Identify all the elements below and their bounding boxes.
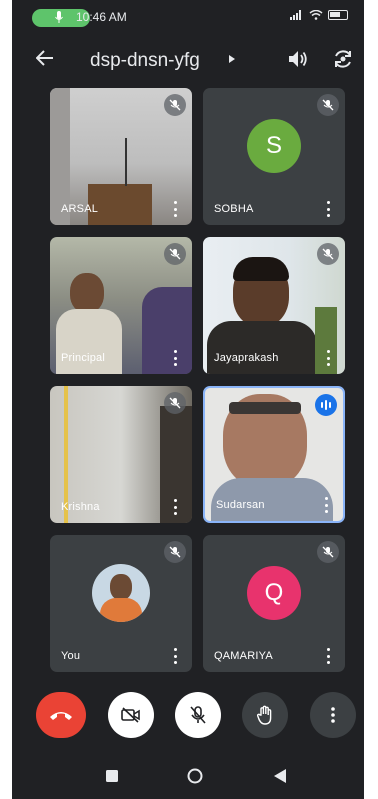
more-vert-icon[interactable] xyxy=(325,201,331,217)
mic-off-indicator xyxy=(317,94,339,116)
camera-toggle-button[interactable] xyxy=(108,692,154,738)
meeting-code[interactable]: dsp-dnsn-yfg xyxy=(90,50,200,72)
end-call-icon xyxy=(50,712,72,720)
participant-name: SOBHA xyxy=(214,203,254,215)
home-icon[interactable] xyxy=(187,768,203,784)
participant-name: You xyxy=(61,650,81,662)
video-scene xyxy=(70,273,104,313)
participant-tile-active-speaker[interactable]: Sudarsan xyxy=(203,386,345,523)
wifi-icon xyxy=(309,10,323,20)
system-nav-bar xyxy=(12,752,364,799)
mic-off-indicator xyxy=(164,243,186,265)
mic-off-icon xyxy=(322,99,334,111)
more-vert-icon[interactable] xyxy=(172,350,178,366)
participant-tile[interactable]: Principal xyxy=(50,237,192,374)
participant-name: QAMARIYA xyxy=(214,650,273,662)
participant-name: Jayaprakash xyxy=(214,352,279,364)
camera-off-icon xyxy=(121,707,140,723)
call-controls xyxy=(12,692,364,742)
recents-icon[interactable] xyxy=(106,770,118,782)
video-scene xyxy=(229,402,301,414)
more-vert-icon[interactable] xyxy=(172,201,178,217)
mic-off-indicator xyxy=(317,541,339,563)
mic-off-icon xyxy=(169,248,181,260)
raise-hand-button[interactable] xyxy=(242,692,288,738)
more-vert-icon[interactable] xyxy=(323,497,329,513)
status-time: 10:46 AM xyxy=(76,10,127,24)
end-call-button[interactable] xyxy=(36,692,86,738)
video-scene xyxy=(100,597,142,622)
participant-tile[interactable]: S SOBHA xyxy=(203,88,345,225)
more-vert-icon[interactable] xyxy=(325,350,331,366)
video-scene xyxy=(142,287,192,374)
status-icons xyxy=(290,10,348,20)
video-scene xyxy=(56,309,122,374)
meet-call-screen: 10:46 AM dsp-dnsn-yfg ARSAL S SOBHA Prin… xyxy=(12,0,364,799)
mic-off-icon xyxy=(169,99,181,111)
participant-tile[interactable]: Q QAMARIYA xyxy=(203,535,345,672)
call-header: dsp-dnsn-yfg xyxy=(12,40,364,80)
mic-off-icon xyxy=(169,397,181,409)
video-scene xyxy=(110,573,132,600)
switch-camera-icon[interactable] xyxy=(332,48,354,70)
participant-tile-self[interactable]: You xyxy=(50,535,192,672)
mic-off-icon xyxy=(322,248,334,260)
chevron-right-icon[interactable] xyxy=(229,55,235,63)
speaking-indicator xyxy=(315,394,337,416)
participant-name: Sudarsan xyxy=(216,499,265,511)
signal-icon xyxy=(290,10,301,20)
back-triangle-icon[interactable] xyxy=(274,769,286,783)
mic-off-indicator xyxy=(164,94,186,116)
more-vert-icon[interactable] xyxy=(172,648,178,664)
battery-icon xyxy=(328,10,348,20)
participant-name: ARSAL xyxy=(61,203,99,215)
back-arrow-icon[interactable] xyxy=(36,50,54,66)
participant-tile[interactable]: ARSAL xyxy=(50,88,192,225)
participant-tile[interactable]: Krishna xyxy=(50,386,192,523)
more-vert-icon[interactable] xyxy=(172,499,178,515)
status-bar: 10:46 AM xyxy=(12,0,364,34)
participant-name: Principal xyxy=(61,352,105,364)
mic-off-icon xyxy=(322,546,334,558)
mic-off-indicator xyxy=(317,243,339,265)
more-options-button[interactable] xyxy=(310,692,356,738)
mic-off-icon xyxy=(169,546,181,558)
mic-icon xyxy=(55,11,63,23)
avatar xyxy=(92,563,150,622)
mic-off-indicator xyxy=(164,392,186,414)
avatar: Q xyxy=(247,565,301,620)
more-vert-icon xyxy=(331,707,335,723)
raise-hand-icon xyxy=(257,705,272,725)
participant-tile[interactable]: Jayaprakash xyxy=(203,237,345,374)
video-scene xyxy=(207,321,317,374)
mic-toggle-button[interactable] xyxy=(175,692,221,738)
mic-off-icon xyxy=(190,706,206,724)
mic-off-indicator xyxy=(164,541,186,563)
avatar: S xyxy=(247,118,301,173)
video-scene xyxy=(233,257,289,281)
more-vert-icon[interactable] xyxy=(325,648,331,664)
participant-name: Krishna xyxy=(61,501,100,513)
video-scene xyxy=(125,138,127,186)
speaker-icon[interactable] xyxy=(288,50,308,68)
